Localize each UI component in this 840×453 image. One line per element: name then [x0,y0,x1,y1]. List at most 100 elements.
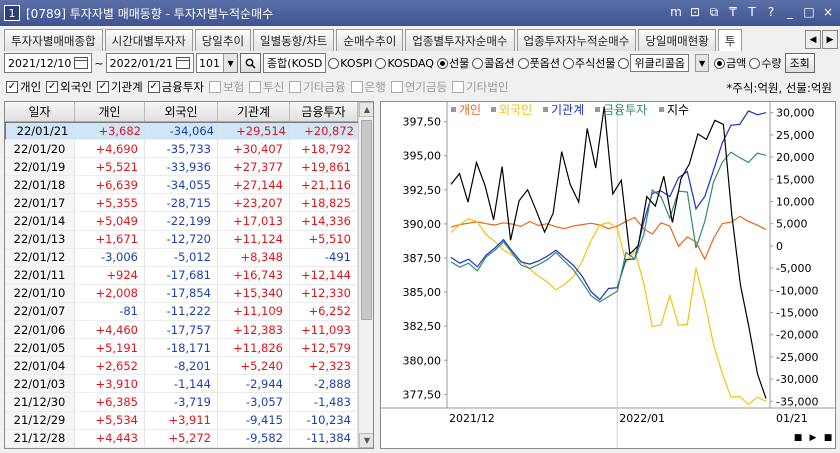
radio-amount[interactable]: 금액 [714,55,746,71]
filter-financial[interactable]: ✓ 금융투자 [147,79,204,95]
scroll-down-button[interactable]: ▼ [359,433,373,448]
checkbox: ✓ [6,81,18,93]
table-row[interactable]: 22/01/17 +5,355 -28,715 +23,207 +18,825 [5,194,373,213]
radio-label: 주식선물 [574,57,616,70]
radio-futures[interactable]: 선물 [436,55,469,71]
filter-individual[interactable]: ✓ 개인 [6,79,41,95]
table-row[interactable]: 22/01/18 +6,639 -34,055 +27,144 +21,116 [5,176,373,195]
table-row[interactable]: 22/01/10 +2,008 -17,854 +15,340 +12,330 [5,284,373,303]
cell-individual: +5,534 [75,411,145,429]
minimize-button[interactable]: _ [784,5,796,19]
table-scrollbar[interactable]: ▲ ▼ [358,102,373,448]
table-row[interactable]: 22/01/03 +3,910 -1,144 -2,944 -2,888 [5,375,373,394]
tab-time-investor[interactable]: 시간대별투자자 [104,29,193,51]
filter-foreign[interactable]: ✓ 외국인 [46,79,92,95]
header-foreign[interactable]: 외국인 [145,102,218,121]
cell-institution: +17,013 [218,212,290,230]
left-tick-label: 390,00 [403,218,442,231]
cell-financial: +6,252 [290,302,358,321]
table-row[interactable]: 22/01/07 -81 -11,222 +11,109 +6,252 [5,302,373,322]
table-row[interactable]: 22/01/06 +4,460 -17,757 +12,383 +11,093 [5,321,373,340]
cell-date: 21/12/28 [5,429,75,447]
table-row[interactable]: 22/01/13 +1,671 -12,720 +11,124 +5,510 [5,230,373,249]
radio-weekly-call[interactable]: 위클리콜옵 [618,54,690,72]
header-individual[interactable]: 개인 [75,102,145,121]
code-select[interactable]: 101 ▼ [196,53,239,73]
tab-intraday-trend[interactable]: 당일추이 [194,29,252,51]
tab-net-buy-trend[interactable]: 순매수추이 [336,29,404,51]
radio-put-option[interactable]: 풋옵션 [517,55,560,71]
link-icon[interactable]: ⧉ [708,5,720,19]
radio-stock-futures[interactable]: 주식선물 [562,55,616,71]
header-financial[interactable]: 금융투자 [290,102,358,121]
table-row[interactable]: 21/12/28 +4,443 +5,272 -9,582 -11,384 [5,429,373,448]
calendar-icon[interactable] [74,57,89,69]
chevron-down-icon[interactable]: ▼ [695,54,710,72]
left-tick-label: 380,00 [403,354,442,367]
table-row[interactable]: 22/01/05 +5,191 -18,171 +11,826 +12,579 [5,339,373,358]
filter-institution[interactable]: ✓ 기관계 [96,79,143,95]
header-date[interactable]: 일자 [5,102,75,121]
cell-foreign: -17,757 [145,321,218,339]
query-button[interactable]: 조회 [784,53,815,73]
table-row[interactable]: 22/01/11 +924 -17,681 +16,743 +12,144 [5,266,373,285]
table-row[interactable]: 21/12/30 +6,385 -3,719 -3,057 -1,483 [5,393,373,412]
radio-kospi[interactable]: KOSPI [328,57,372,70]
scroll-thumb[interactable] [361,120,372,320]
date-separator: ~ [94,56,104,70]
chart-play-button[interactable]: ▶ [807,432,819,444]
screen-icon[interactable]: ⊡ [689,5,701,19]
chart-stop-button[interactable]: ■ [822,432,834,444]
table-row[interactable]: 22/01/04 +2,652 -8,201 +5,240 +2,323 [5,357,373,376]
cell-institution: +30,407 [218,140,290,158]
radio-kosdaq[interactable]: KOSDAQ [375,57,434,70]
tab-next-button[interactable]: ▶ [822,30,838,49]
start-date-input[interactable]: 2021/12/10 [4,53,93,73]
query-controls: 2021/12/10 ~ 2022/01/21 101 ▼ 종합(KOSD KO… [0,52,840,74]
investor-filters: ✓ 개인 ✓ 외국인 ✓ 기관계 ✓ 금융투자 보험 투신 기타금융 은행 연기금등 기… [0,77,840,97]
font-icon[interactable]: T [746,5,758,19]
header-institution[interactable]: 기관계 [218,102,290,121]
m-button[interactable]: m [670,5,682,19]
end-date-input[interactable]: 2022/01/21 [105,53,195,73]
tab-sector-net-buy[interactable]: 업종별투자자순매수 [405,29,515,51]
table-row[interactable]: 22/01/14 +5,049 -22,199 +17,013 +14,336 [5,212,373,231]
table-row[interactable]: 22/01/20 +4,690 -35,733 +30,407 +18,792 [5,140,373,159]
cell-individual: -81 [75,302,145,321]
table-row[interactable]: 22/01/19 +5,521 -33,936 +27,377 +19,861 [5,158,373,177]
legend-label: 외국인 [499,103,532,117]
table-row[interactable]: 22/01/21 +3,682 -34,064 +29,514 +20,872 [5,122,373,141]
chevron-down-icon[interactable]: ▼ [223,54,238,72]
cell-individual: +5,191 [75,339,145,357]
help-icon[interactable]: ? [765,5,777,19]
cell-individual: +3,910 [75,375,145,393]
tab-bar: 투자자별매매종합 시간대별투자자 당일추이 일별동향/차트 순매수추이 업종별투… [0,29,840,51]
filter-label: 투신 [263,80,285,94]
filter-trust: 투신 [249,79,284,95]
cell-date: 22/01/06 [5,321,75,339]
scroll-up-button[interactable]: ▲ [359,102,373,117]
radio-label: 수량 [761,57,782,70]
table-row[interactable]: 21/12/29 +5,534 +3,911 -9,415 -10,234 [5,411,373,430]
cell-individual: +5,521 [75,158,145,176]
cell-individual: +2,652 [75,357,145,375]
series-line-3 [450,151,767,303]
pin-icon[interactable]: ₸ [727,5,739,19]
tab-sector-cumulative[interactable]: 업종투자자누적순매수 [516,29,637,51]
calendar-icon[interactable] [176,57,191,69]
table-row[interactable]: 22/01/12 -3,006 -5,012 +8,348 -491 [5,248,373,267]
chart-zoom-button[interactable]: ■ [792,432,804,444]
tab-daily-chart[interactable]: 일별동향/차트 [253,29,335,51]
tab-cumulative[interactable]: 투 [717,29,743,51]
tab-prev-button[interactable]: ◀ [805,30,821,49]
maximize-button[interactable]: □ [803,5,815,19]
search-button[interactable] [240,53,262,73]
market-select[interactable]: 종합(KOSD [263,53,327,73]
tab-today-trading[interactable]: 당일매매현황 [638,29,716,51]
left-tick-label: 387,50 [403,252,442,265]
radio-quantity[interactable]: 수량 [749,55,782,71]
tab-investor-summary[interactable]: 투자자별매매종합 [4,29,103,51]
radio-call-option[interactable]: 콜옵션 [472,55,515,71]
close-button[interactable]: × [822,5,834,19]
filter-insurance: 보험 [209,79,244,95]
